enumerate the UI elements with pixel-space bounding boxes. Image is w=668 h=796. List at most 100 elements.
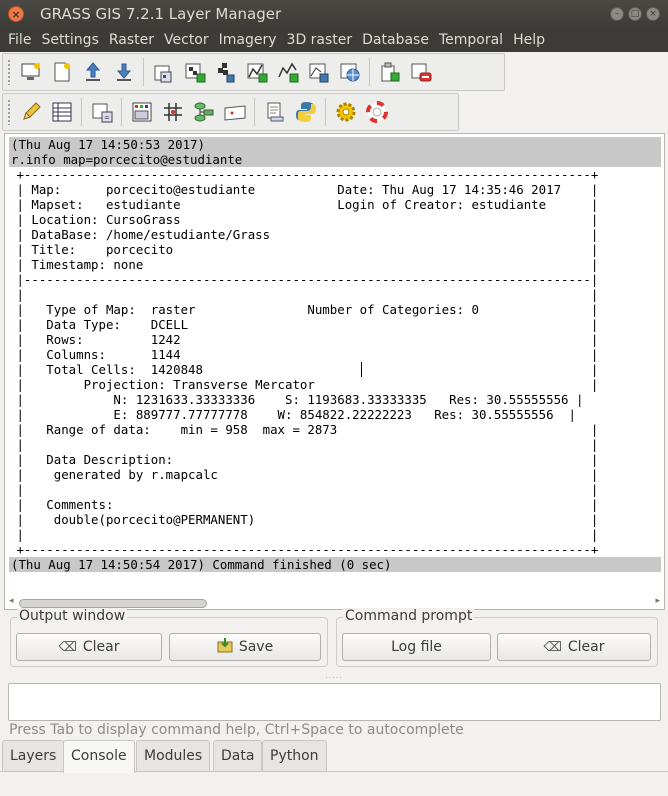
add-vector-misc-icon[interactable] [303, 57, 334, 87]
menu-settings[interactable]: Settings [36, 28, 103, 52]
command-prompt-group: Command prompt Log file ⌫ Clear [336, 608, 658, 667]
command-prompt-label: Command prompt [343, 608, 475, 624]
output-line: |---------------------------------------… [9, 272, 599, 287]
output-line: | Type of Map: raster Number of Categori… [9, 302, 599, 317]
output-line: | | [9, 437, 599, 452]
tab-python[interactable]: Python [262, 740, 327, 771]
text-cursor [361, 362, 362, 377]
output-line: | Timestamp: none | [9, 257, 599, 272]
scroll-left-icon[interactable]: ◂ [9, 596, 14, 606]
clear-icon: ⌫ [543, 639, 562, 655]
prompt-clear-button[interactable]: ⌫ Clear [497, 633, 651, 661]
output-line: | double(porcecito@PERMANENT) | [9, 512, 599, 527]
new-workspace-icon[interactable] [46, 57, 77, 87]
menu-3d-raster[interactable]: 3D raster [282, 28, 358, 52]
toolbar-grip[interactable] [7, 59, 11, 85]
map-swipe-icon[interactable] [219, 97, 250, 127]
clear-icon: ⌫ [58, 639, 77, 655]
tab-console[interactable]: Console [63, 740, 135, 773]
add-multiple-vectors-icon[interactable] [272, 57, 303, 87]
output-line: | Total Cells: 1420848 | [9, 362, 599, 377]
remove-layer-icon[interactable] [405, 57, 436, 87]
output-line: | Location: CursoGrass | [9, 212, 599, 227]
minimize-button[interactable]: – [610, 7, 624, 21]
output-line: | Mapset: estudiante Login of Creator: e… [9, 197, 599, 212]
menu-database[interactable]: Database [357, 28, 434, 52]
map-calculator-icon[interactable]: = [86, 97, 117, 127]
new-display-icon[interactable] [15, 57, 46, 87]
tools-toolbar: = [2, 93, 459, 131]
output-window-group: Output window ⌫ Clear Save [10, 608, 328, 667]
close-window-button[interactable]: × [8, 6, 24, 22]
output-line: | | [9, 527, 599, 542]
add-raster-misc-icon[interactable] [210, 57, 241, 87]
console-output-text: (Thu Aug 17 14:50:53 2017) r.info map=por… [9, 137, 661, 593]
title-bar: × GRASS GIS 7.2.1 Layer Manager – □ × [0, 0, 668, 28]
add-raster-icon[interactable] [148, 57, 179, 87]
menu-imagery[interactable]: Imagery [214, 28, 282, 52]
output-line: | Projection: Transverse Mercator | [9, 377, 599, 392]
log-file-button[interactable]: Log file [342, 633, 491, 661]
main-toolbar [2, 53, 505, 91]
output-line: | | [9, 482, 599, 497]
output-line: | N: 1231633.33333336 S: 1193683.3333333… [9, 392, 584, 407]
status-bar [0, 773, 668, 796]
output-line: | Title: porcecito | [9, 242, 599, 257]
add-group-icon[interactable] [374, 57, 405, 87]
scroll-right-icon[interactable]: ▸ [655, 596, 660, 606]
load-workspace-icon[interactable] [77, 57, 108, 87]
graphical-modeler-icon[interactable] [188, 97, 219, 127]
toolbar-separator [121, 98, 122, 126]
add-web-service-icon[interactable] [334, 57, 365, 87]
settings-icon[interactable] [330, 97, 361, 127]
horizontal-scrollbar[interactable]: ◂ ▸ [9, 596, 660, 608]
tab-data[interactable]: Data [213, 740, 263, 771]
window-title: GRASS GIS 7.2.1 Layer Manager [40, 5, 282, 23]
menu-file[interactable]: File [3, 28, 36, 52]
toolbar-separator [325, 98, 326, 126]
save-workspace-icon[interactable] [108, 57, 139, 87]
splitter-handle[interactable]: ..... [0, 672, 668, 680]
output-line: | generated by r.mapcalc | [9, 467, 599, 482]
python-shell-icon[interactable] [290, 97, 321, 127]
close-button[interactable]: × [646, 7, 660, 21]
output-line: | Map: porcecito@estudiante Date: Thu Au… [9, 182, 599, 197]
output-clear-button[interactable]: ⌫ Clear [16, 633, 162, 661]
output-save-button[interactable]: Save [169, 633, 321, 661]
output-line: | Comments: | [9, 497, 599, 512]
scrollbar-thumb[interactable] [19, 599, 207, 608]
toolbar-separator [81, 98, 82, 126]
attribute-table-icon[interactable] [46, 97, 77, 127]
save-icon [217, 637, 233, 657]
vector-digitizer-icon[interactable] [15, 97, 46, 127]
script-icon[interactable] [259, 97, 290, 127]
toolbar-separator [143, 58, 144, 86]
command-line: (Thu Aug 17 14:50:54 2017) Command finis… [9, 557, 661, 572]
tab-modules[interactable]: Modules [136, 740, 211, 771]
output-line: | Columns: 1144 | [9, 347, 599, 362]
help-icon[interactable] [361, 97, 392, 127]
menu-vector[interactable]: Vector [159, 28, 214, 52]
output-line: +---------------------------------------… [9, 542, 599, 557]
output-line: +---------------------------------------… [9, 167, 599, 182]
output-line: | | [9, 287, 599, 302]
georectifier-icon[interactable] [157, 97, 188, 127]
tab-layers[interactable]: Layers [2, 740, 65, 771]
menu-raster[interactable]: Raster [104, 28, 159, 52]
menu-temporal[interactable]: Temporal [434, 28, 508, 52]
maximize-button[interactable]: □ [628, 7, 642, 21]
output-line: | E: 889777.77777778 W: 854822.22222223 … [9, 407, 576, 422]
command-input[interactable] [8, 683, 661, 721]
add-multiple-rasters-icon[interactable] [179, 57, 210, 87]
cartographic-composer-icon[interactable] [126, 97, 157, 127]
output-line: | Data Type: DCELL | [9, 317, 599, 332]
output-line: | Rows: 1242 | [9, 332, 599, 347]
toolbar-separator [369, 58, 370, 86]
toolbar-grip[interactable] [7, 99, 11, 125]
command-line: (Thu Aug 17 14:50:53 2017) [9, 137, 661, 152]
command-line: r.info map=porcecito@estudiante [9, 152, 661, 167]
add-vector-icon[interactable] [241, 57, 272, 87]
menu-help[interactable]: Help [508, 28, 550, 52]
console-output-panel[interactable]: (Thu Aug 17 14:50:53 2017) r.info map=por… [4, 133, 665, 610]
command-hint: Press Tab to display command help, Ctrl+… [9, 722, 464, 738]
